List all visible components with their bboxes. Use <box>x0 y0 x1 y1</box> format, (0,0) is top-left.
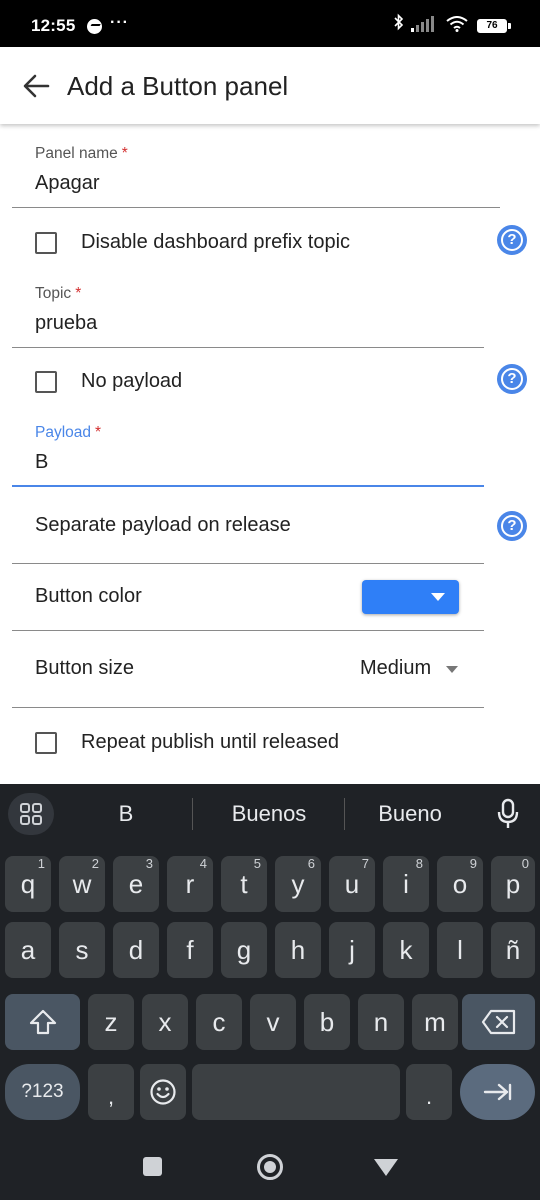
panel-name-input[interactable]: Apagar <box>35 172 100 195</box>
arrow-back-icon[interactable] <box>22 73 50 99</box>
button-color-label: Button color <box>35 585 142 607</box>
wifi-icon <box>446 16 468 32</box>
soft-keyboard: B Buenos Bueno q1 w2 e3 r4 t5 y6 u7 i8 o… <box>0 784 540 1200</box>
divider <box>12 707 484 708</box>
key-d[interactable]: d <box>113 922 159 978</box>
no-payload-checkbox[interactable] <box>35 371 57 393</box>
separate-payload-label[interactable]: Separate payload on release <box>35 514 291 537</box>
key-b[interactable]: b <box>304 994 350 1050</box>
key-e[interactable]: e3 <box>113 856 159 912</box>
key-n[interactable]: n <box>358 994 404 1050</box>
key-m[interactable]: m <box>412 994 458 1050</box>
repeat-publish-checkbox[interactable] <box>35 732 57 754</box>
payload-input[interactable]: B <box>35 451 48 474</box>
shift-key[interactable] <box>5 994 80 1050</box>
backspace-icon <box>481 1009 515 1035</box>
help-icon[interactable]: ? <box>497 364 527 394</box>
chevron-down-icon <box>431 593 445 601</box>
key-r[interactable]: r4 <box>167 856 213 912</box>
topic-input[interactable]: prueba <box>35 312 97 335</box>
key-v[interactable]: v <box>250 994 296 1050</box>
button-color-dropdown[interactable] <box>362 580 459 614</box>
key-p[interactable]: p0 <box>491 856 535 912</box>
no-payload-label: No payload <box>81 370 183 392</box>
disable-prefix-label: Disable dashboard prefix topic <box>81 231 351 253</box>
suggestion-1[interactable]: B <box>96 801 156 827</box>
key-g[interactable]: g <box>221 922 267 978</box>
emoji-key[interactable] <box>140 1064 186 1120</box>
status-time: 12:55 <box>31 16 76 35</box>
payload-label: Payload * <box>35 424 102 441</box>
key-c[interactable]: c <box>196 994 242 1050</box>
topic-underline <box>12 347 484 348</box>
back-triangle-icon[interactable] <box>374 1159 398 1176</box>
key-j[interactable]: j <box>329 922 375 978</box>
suggestion-separator <box>192 798 193 830</box>
button-panel-form: Panel name * Apagar Disable dashboard pre… <box>0 124 540 784</box>
apps-grid-icon[interactable] <box>8 793 54 835</box>
page-title: Add a Button panel <box>67 71 289 101</box>
next-arrow-icon <box>483 1083 511 1101</box>
battery-icon: 76 <box>477 19 511 33</box>
key-t[interactable]: t5 <box>221 856 267 912</box>
mic-icon[interactable] <box>496 798 520 830</box>
key-k[interactable]: k <box>383 922 429 978</box>
suggestion-separator <box>344 798 345 830</box>
repeat-publish-label: Repeat publish until released <box>81 731 339 753</box>
key-f[interactable]: f <box>167 922 213 978</box>
key-w[interactable]: w2 <box>59 856 105 912</box>
help-icon[interactable]: ? <box>497 225 527 255</box>
help-icon[interactable]: ? <box>497 511 527 541</box>
signal-icon <box>411 16 434 32</box>
button-size-label: Button size <box>35 657 134 679</box>
divider <box>12 563 484 564</box>
app-bar: Add a Button panel <box>0 47 540 124</box>
enter-next-key[interactable] <box>460 1064 535 1120</box>
key-u[interactable]: u7 <box>329 856 375 912</box>
key-h[interactable]: h <box>275 922 321 978</box>
payload-underline <box>12 485 484 487</box>
key-s[interactable]: s <box>59 922 105 978</box>
key-i[interactable]: i8 <box>383 856 429 912</box>
backspace-key[interactable] <box>462 994 535 1050</box>
key-y[interactable]: y6 <box>275 856 321 912</box>
navigation-bar <box>0 1140 540 1200</box>
messenger-icon <box>87 19 102 34</box>
key-l[interactable]: l <box>437 922 483 978</box>
home-circle-icon[interactable] <box>257 1154 283 1180</box>
recents-square-icon[interactable] <box>143 1157 162 1176</box>
key-z[interactable]: z <box>88 994 134 1050</box>
shift-icon <box>29 1009 56 1035</box>
space-key[interactable] <box>192 1064 400 1120</box>
period-key[interactable]: . <box>406 1064 452 1120</box>
divider <box>12 630 484 631</box>
button-size-select[interactable]: Medium <box>360 657 431 680</box>
key-q[interactable]: q1 <box>5 856 51 912</box>
symbols-key[interactable]: ?123 <box>5 1064 80 1120</box>
status-bar: 12:55 ··· 76 <box>0 0 540 47</box>
dropdown-arrow-icon[interactable] <box>446 666 458 673</box>
emoji-icon <box>150 1079 176 1105</box>
panel-name-underline <box>12 207 500 208</box>
disable-prefix-checkbox[interactable] <box>35 232 57 254</box>
suggestion-strip: B Buenos Bueno <box>0 784 540 846</box>
key-o[interactable]: o9 <box>437 856 483 912</box>
bluetooth-icon <box>394 13 404 31</box>
suggestion-2[interactable]: Buenos <box>208 801 330 827</box>
more-notifications-icon: ··· <box>110 14 129 31</box>
panel-name-label: Panel name * <box>35 145 128 162</box>
topic-label: Topic * <box>35 285 82 302</box>
key-x[interactable]: x <box>142 994 188 1050</box>
comma-key[interactable]: , <box>88 1064 134 1120</box>
key-n-tilde[interactable]: ñ <box>491 922 535 978</box>
suggestion-3[interactable]: Bueno <box>360 801 460 827</box>
key-a[interactable]: a <box>5 922 51 978</box>
